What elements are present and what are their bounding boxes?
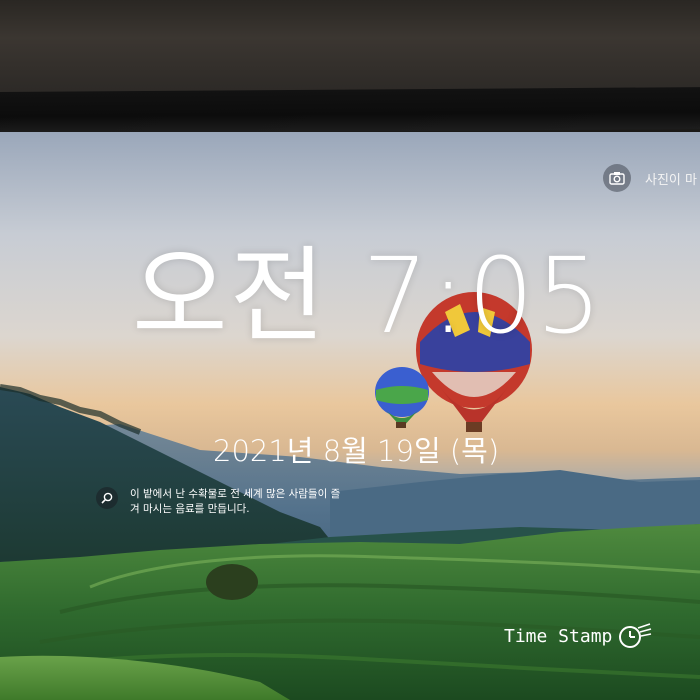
- timestamp-watermark: Time Stamp: [504, 622, 652, 650]
- clock-icon: [619, 623, 652, 648]
- photo-info-link[interactable]: 사진이 마: [603, 164, 697, 192]
- spotlight-text[interactable]: 이 밭에서 난 수확물로 전 세계 많은 사람들이 즐겨 마시는 음료를 만듭니…: [130, 487, 345, 517]
- lockscreen-clock: 오전 7:05: [132, 235, 604, 357]
- camera-icon[interactable]: [603, 164, 631, 192]
- search-icon[interactable]: [96, 487, 118, 509]
- monitor-bezel-top: [0, 0, 700, 95]
- timestamp-label: Time Stamp: [504, 625, 613, 647]
- lockscreen-date: 2021년 8월 19일 (목): [213, 434, 500, 468]
- photo-info-label[interactable]: 사진이 마: [645, 169, 697, 188]
- monitor-bezel-edge: [0, 87, 700, 134]
- spotlight-info[interactable]: 이 밭에서 난 수확물로 전 세계 많은 사람들이 즐겨 마시는 음료를 만듭니…: [96, 487, 345, 517]
- lock-screen[interactable]: 사진이 마 오전 7:05 2021년 8월 19일 (목) 이 밭에서 난 수…: [0, 132, 700, 700]
- lockscreen-background-photo: [0, 132, 700, 700]
